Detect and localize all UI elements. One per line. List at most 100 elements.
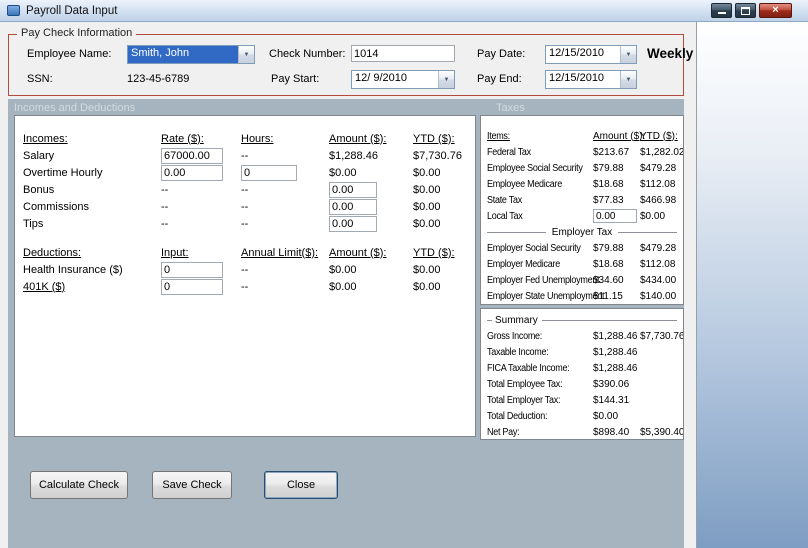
deduction-401k-annual-limit: -- <box>241 280 249 293</box>
summary-fica-taxable-income-amount: $1,288.46 <box>593 362 638 374</box>
pay-date-datepicker[interactable]: 12/15/2010 ▼ <box>545 45 637 64</box>
form-area: Pay Check Information Employee Name: Smi… <box>0 22 697 548</box>
tax-employer-social-security-amount: $79.88 <box>593 242 624 254</box>
tax-employee-medicare-ytd: $112.08 <box>640 178 676 190</box>
tax-employer-fed-unemployment-ytd: $434.00 <box>640 274 677 286</box>
summary-taxable-income-row: Taxable Income: $1,288.46 <box>487 344 677 360</box>
income-tips-amount-input[interactable] <box>329 215 377 232</box>
summary-total-employer-tax-row: Total Employer Tax: $144.31 <box>487 392 677 408</box>
incomes-header-row: Incomes: Rate ($): Hours: Amount ($): YTD ($… <box>23 130 475 147</box>
deduction-401k-amount: $0.00 <box>329 280 357 293</box>
income-bonus-hours: -- <box>241 183 249 196</box>
close-button[interactable]: Close <box>264 471 338 499</box>
summary-total-deduction-row: Total Deduction: $0.00 <box>487 408 677 424</box>
deduction-401k-ytd: $0.00 <box>413 280 441 293</box>
income-overtime-hourly-rate-cell <box>161 164 241 181</box>
income-overtime-hourly-hours-input[interactable] <box>241 164 297 181</box>
summary-taxable-income-label: Taxable Income: <box>487 346 549 358</box>
tax-employer-fed-unemployment-label: Employer Fed Unemployment <box>487 274 600 286</box>
income-commissions-rate: -- <box>161 200 169 213</box>
deductions-header-ytd: YTD ($): <box>413 246 455 259</box>
tax-federal-tax-amount: $213.67 <box>593 146 630 158</box>
close-window-button[interactable]: × <box>759 3 792 18</box>
tax-local-tax-ytd: $0.00 <box>640 210 666 222</box>
ssn-value: 123-45-6789 <box>127 73 190 85</box>
deductions-header-deductions: Deductions: <box>23 246 82 259</box>
pay-start-label: Pay Start: <box>271 73 320 85</box>
tax-employer-medicare-amount: $18.68 <box>593 258 624 270</box>
pay-date-label: Pay Date: <box>477 48 526 60</box>
pay-end-datepicker[interactable]: 12/15/2010 ▼ <box>545 70 637 89</box>
payroll-window: Payroll Data Input × Pay Check Informati… <box>0 0 808 548</box>
summary-gross-income-row: Gross Income: $1,288.46 $7,730.76 <box>487 328 683 344</box>
chevron-down-icon[interactable]: ▼ <box>238 46 254 63</box>
summary-total-employee-tax-label: Total Employee Tax: <box>487 378 563 390</box>
tax-employer-medicare-ytd: $112.08 <box>640 258 676 270</box>
incomes-header-hours: Hours: <box>241 132 274 145</box>
income-overtime-hourly-rate-input[interactable] <box>161 164 223 181</box>
deduction-health-insurance-amount: $0.00 <box>329 263 357 276</box>
tax-employer-fed-unemployment-row: Employer Fed Unemployment $34.60 $434.00 <box>487 272 677 288</box>
save-check-button[interactable]: Save Check <box>152 471 232 499</box>
tax-local-tax-label: Local Tax <box>487 210 523 222</box>
tax-local-tax-amount-input[interactable] <box>593 209 637 223</box>
pay-end-label: Pay End: <box>477 73 522 85</box>
income-commissions-hours: -- <box>241 200 249 213</box>
minimize-button[interactable] <box>711 3 732 18</box>
deduction-401k-input-cell <box>161 278 241 295</box>
summary-title-row: Summary <box>487 313 677 328</box>
calculate-check-button[interactable]: Calculate Check <box>30 471 128 499</box>
income-row-commissions: Commissions -- -- $0.00 <box>23 198 475 215</box>
pay-start-value: 12/ 9/2010 <box>355 72 407 84</box>
income-row-tips: Tips -- -- $0.00 <box>23 215 475 232</box>
titlebar: Payroll Data Input × <box>0 0 808 22</box>
deduction-health-insurance-input-input[interactable] <box>161 261 223 278</box>
summary-net-pay-row: Net Pay: $898.40 $5,390.40 <box>487 424 683 439</box>
summary-taxable-income-amount: $1,288.46 <box>593 346 638 358</box>
income-salary-ytd: $7,730.76 <box>413 149 462 162</box>
incomes-deductions-panel: Incomes: Rate ($): Hours: Amount ($): YTD ($… <box>14 115 476 437</box>
income-tips-rate: -- <box>161 217 169 230</box>
tax-local-tax-amount-cell <box>593 209 640 223</box>
summary-net-pay-ytd: $5,390.40 <box>640 426 684 438</box>
incomes-deductions-table: Incomes: Rate ($): Hours: Amount ($): YTD ($… <box>15 116 475 295</box>
pay-start-datepicker[interactable]: 12/ 9/2010 ▼ <box>351 70 455 89</box>
section-header-taxes: Taxes <box>496 102 525 114</box>
tax-employee-medicare-row: Employee Medicare $18.68 $112.08 <box>487 176 677 192</box>
check-number-input[interactable] <box>351 45 455 62</box>
paycheck-info-title: Pay Check Information <box>17 27 137 39</box>
tax-state-tax-row: State Tax $77.83 $466.98 <box>487 192 677 208</box>
income-row-salary: Salary -- $1,288.46 $7,730.76 <box>23 147 475 164</box>
incomes-header-rate: Rate ($): <box>161 132 204 145</box>
chevron-down-icon[interactable]: ▼ <box>438 71 454 88</box>
tax-state-tax-amount: $77.83 <box>593 194 624 206</box>
income-bonus-amount-cell <box>329 181 413 198</box>
deduction-row-health-insurance: Health Insurance ($) -- $0.00 $0.00 <box>23 261 475 278</box>
tax-employer-medicare-label: Employer Medicare <box>487 258 560 270</box>
income-tips-hours: -- <box>241 217 249 230</box>
chevron-down-icon[interactable]: ▼ <box>620 46 636 63</box>
window-title: Payroll Data Input <box>26 4 118 17</box>
employer-tax-separator: Employer Tax <box>487 224 677 240</box>
client-area: Pay Check Information Employee Name: Smi… <box>0 22 808 548</box>
employee-name-combobox[interactable]: Smith, John ▼ <box>127 45 255 64</box>
income-salary-rate-input[interactable] <box>161 147 223 164</box>
income-overtime-hourly-amount: $0.00 <box>329 166 357 179</box>
deduction-401k-input-input[interactable] <box>161 278 223 295</box>
income-salary-amount: $1,288.46 <box>329 149 378 162</box>
income-commissions-amount-cell <box>329 198 413 215</box>
income-tips-amount-cell <box>329 215 413 232</box>
income-overtime-hourly-label: Overtime Hourly <box>23 166 103 179</box>
deductions-header-annual-limit: Annual Limit($): <box>241 246 319 259</box>
chevron-down-icon[interactable]: ▼ <box>620 71 636 88</box>
maximize-button[interactable] <box>735 3 756 18</box>
income-tips-ytd: $0.00 <box>413 217 441 230</box>
paycheck-info-group: Pay Check Information Employee Name: Smi… <box>8 27 693 96</box>
workspace-panel: Incomes and Deductions Taxes Incomes: Rat… <box>8 99 684 548</box>
income-commissions-amount-input[interactable] <box>329 198 377 215</box>
summary-fica-taxable-income-row: FICA Taxable Income: $1,288.46 <box>487 360 677 376</box>
income-bonus-amount-input[interactable] <box>329 181 377 198</box>
summary-total-deduction-label: Total Deduction: <box>487 410 548 422</box>
income-salary-label: Salary <box>23 149 55 162</box>
summary-gross-income-label: Gross Income: <box>487 330 543 342</box>
